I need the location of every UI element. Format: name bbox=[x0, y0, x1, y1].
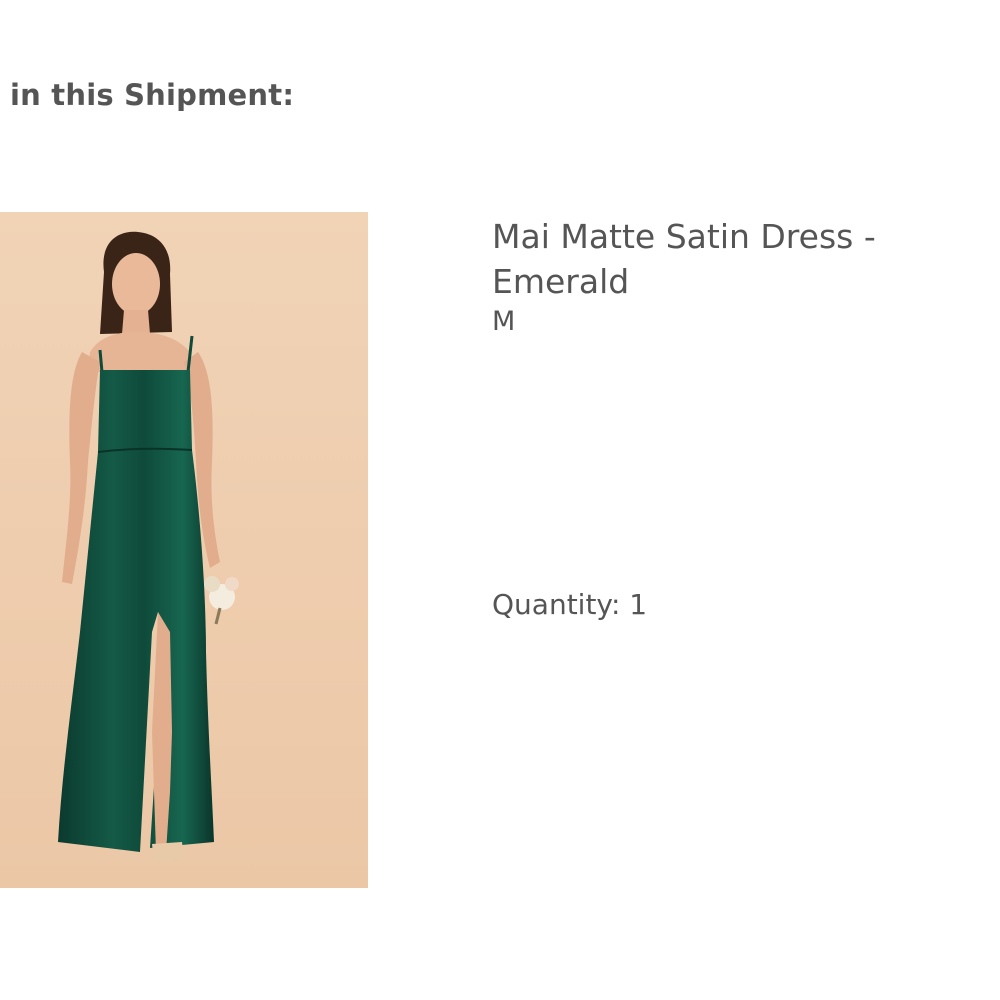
shipment-item-page: in this Shipment: Mai Matte Satin Dress … bbox=[0, 0, 1000, 1000]
dress-photo-icon bbox=[0, 212, 368, 888]
product-size: M bbox=[492, 306, 516, 337]
product-image[interactable] bbox=[0, 212, 368, 888]
product-quantity: Quantity: 1 bbox=[492, 588, 648, 621]
shipment-heading: in this Shipment: bbox=[10, 78, 295, 112]
product-name[interactable]: Mai Matte Satin Dress - Emerald bbox=[492, 214, 962, 304]
